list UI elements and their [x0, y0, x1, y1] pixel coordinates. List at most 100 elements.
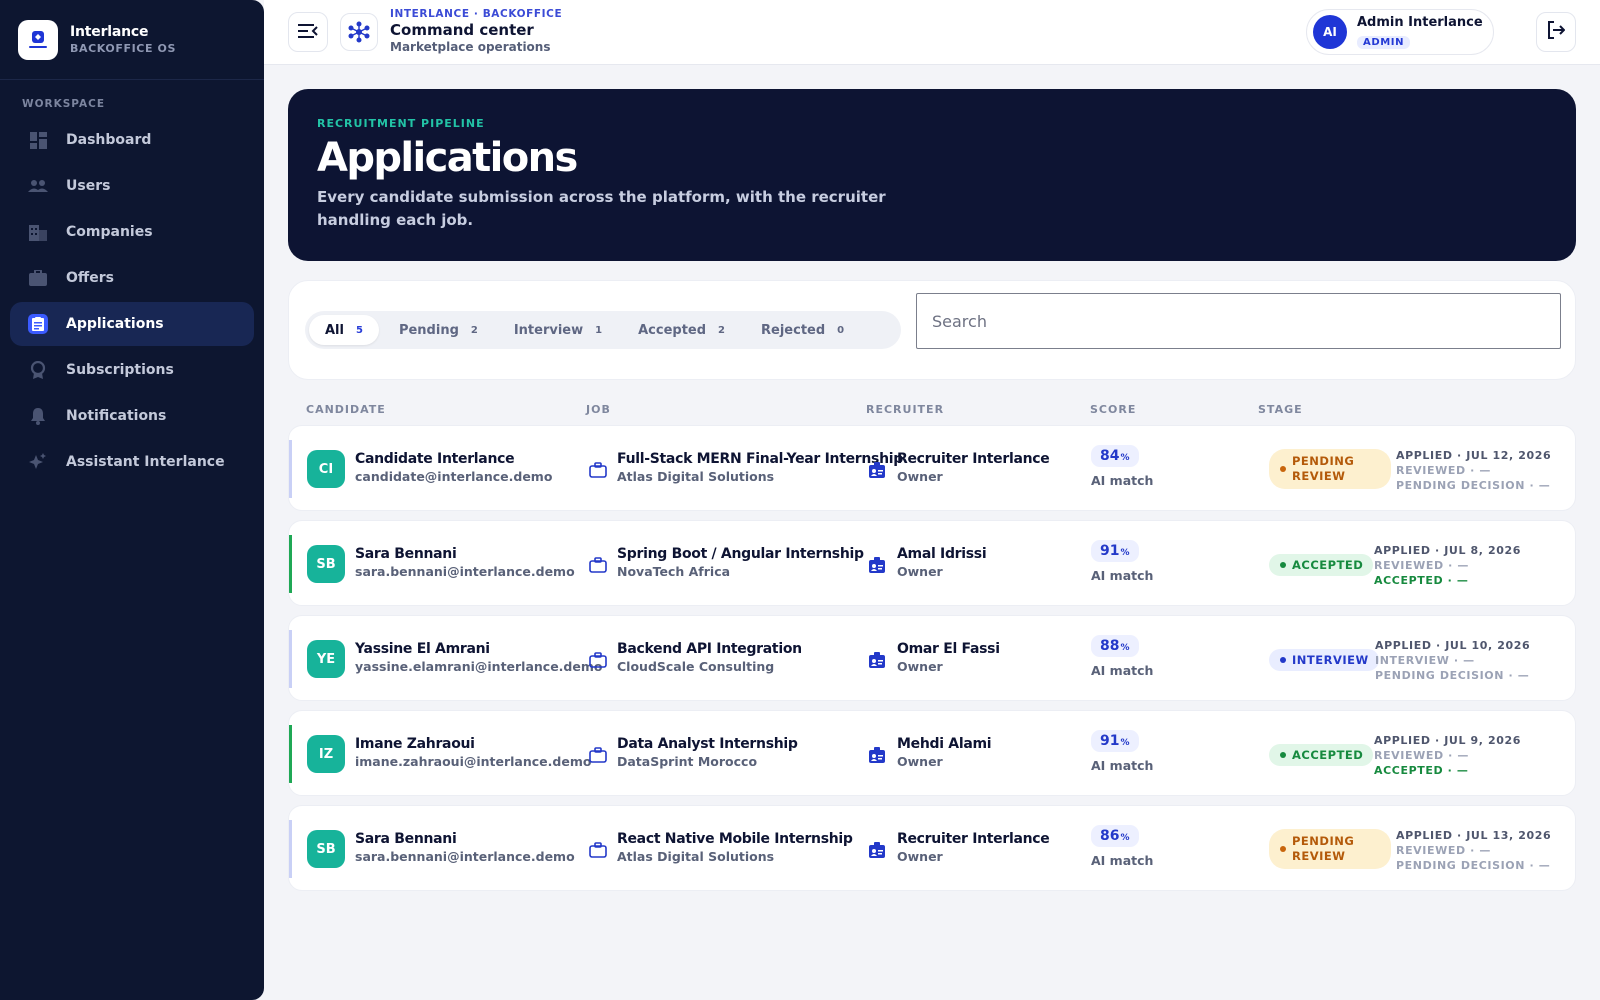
score-pill: 86% — [1091, 825, 1139, 847]
job-title[interactable]: Data Analyst Internship — [617, 736, 798, 752]
timeline-step2: REVIEWED · — — [1396, 464, 1491, 477]
logout-button[interactable] — [1536, 12, 1576, 52]
tab-count: 5 — [355, 324, 363, 336]
sidebar-item-assistant[interactable]: Assistant Interlance — [10, 440, 254, 484]
tab-rejected[interactable]: Rejected 0 — [745, 315, 860, 345]
sidebar-item-companies[interactable]: Companies — [10, 210, 254, 254]
row-accent — [289, 535, 292, 593]
score-unit: % — [1120, 548, 1130, 558]
score-unit: % — [1120, 643, 1130, 653]
status-dot — [1280, 657, 1286, 663]
timeline-step2: INTERVIEW · — — [1375, 654, 1475, 667]
recruiter-name[interactable]: Recruiter Interlance — [897, 451, 1050, 467]
brand[interactable]: Interlance BACKOFFICE OS — [0, 0, 264, 80]
header-subtitle: Marketplace operations — [390, 40, 551, 54]
score-pill: 91% — [1091, 540, 1139, 562]
page-description: Every candidate submission across the pl… — [317, 188, 886, 229]
sidebar-item-subscriptions[interactable]: Subscriptions — [10, 348, 254, 392]
stage-timeline: APPLIED · JUL 10, 2026 INTERVIEW · — PEN… — [1375, 638, 1530, 683]
table-row[interactable]: YE Yassine El Amrani yassine.elamrani@in… — [288, 615, 1576, 701]
score-value: 91 — [1100, 543, 1120, 559]
table-row[interactable]: IZ Imane Zahraoui imane.zahraoui@interla… — [288, 710, 1576, 796]
column-header-score[interactable]: SCORE — [1090, 403, 1136, 416]
timeline-step2: REVIEWED · — — [1374, 749, 1469, 762]
sidebar-item-label: Offers — [66, 270, 114, 286]
badge-icon — [28, 360, 48, 380]
sidebar-item-users[interactable]: Users — [10, 164, 254, 208]
tab-label: Accepted — [638, 322, 707, 338]
tab-all[interactable]: All 5 — [309, 315, 379, 345]
company-name: Atlas Digital Solutions — [617, 849, 775, 864]
user-menu[interactable]: AI Admin Interlance ADMIN — [1306, 9, 1494, 55]
timeline-applied: APPLIED · JUL 8, 2026 — [1374, 544, 1521, 557]
tab-accepted[interactable]: Accepted 2 — [622, 315, 741, 345]
candidate-email: candidate@interlance.demo — [355, 469, 553, 484]
status-text: ACCEPTED — [1292, 558, 1364, 572]
candidate-name[interactable]: Sara Bennani — [355, 546, 575, 562]
column-header-job[interactable]: JOB — [586, 403, 611, 416]
recruiter-name[interactable]: Amal Idrissi — [897, 546, 987, 562]
sidebar-item-offers[interactable]: Offers — [10, 256, 254, 300]
job-title[interactable]: Full-Stack MERN Final-Year Internship — [617, 451, 903, 467]
tab-count: 0 — [837, 324, 845, 336]
table-row[interactable]: SB Sara Bennani sara.bennani@interlance.… — [288, 805, 1576, 891]
candidate-avatar: SB — [307, 545, 345, 583]
sidebar-item-applications[interactable]: Applications — [10, 302, 254, 346]
table-row[interactable]: SB Sara Bennani sara.bennani@interlance.… — [288, 520, 1576, 606]
column-header-stage[interactable]: STAGE — [1258, 403, 1303, 416]
job-title[interactable]: React Native Mobile Internship — [617, 831, 853, 847]
tab-count: 1 — [595, 324, 603, 336]
status-text: PENDING REVIEW — [1292, 834, 1355, 863]
header-kicker: INTERLANCE · BACKOFFICE — [390, 8, 563, 20]
timeline-step3: PENDING DECISION · — — [1396, 859, 1551, 872]
sidebar-item-dashboard[interactable]: Dashboard — [10, 118, 254, 162]
brand-logo — [18, 19, 58, 60]
candidate-avatar: CI — [307, 450, 345, 488]
status-badge[interactable]: PENDING REVIEW — [1269, 449, 1391, 489]
candidate-name[interactable]: Yassine El Amrani — [355, 641, 602, 657]
timeline-step2: REVIEWED · — — [1374, 559, 1469, 572]
sidebar-item-label: Notifications — [66, 408, 167, 424]
status-text: INTERVIEW — [1292, 653, 1369, 667]
status-badge[interactable]: ACCEPTED — [1269, 744, 1374, 766]
company-name: NovaTech Africa — [617, 564, 731, 579]
sidebar-nav: Dashboard Users Companies Offers Applica… — [0, 118, 264, 484]
tab-pending[interactable]: Pending 2 — [383, 315, 494, 345]
logout-icon — [1547, 21, 1566, 43]
job-title[interactable]: Backend API Integration — [617, 641, 802, 657]
column-header-candidate[interactable]: CANDIDATE — [306, 403, 386, 416]
job-title[interactable]: Spring Boot / Angular Internship — [617, 546, 864, 562]
row-accent — [289, 725, 292, 783]
recruiter-id-icon — [868, 841, 886, 859]
candidate-name[interactable]: Imane Zahraoui — [355, 736, 591, 752]
collapse-sidebar-button[interactable] — [288, 12, 328, 52]
recruiter-name[interactable]: Mehdi Alami — [897, 736, 992, 752]
candidate-name[interactable]: Candidate Interlance — [355, 451, 552, 467]
column-header-recruiter[interactable]: RECRUITER — [866, 403, 944, 416]
recruiter-role: Owner — [897, 849, 943, 864]
search-input[interactable] — [916, 293, 1561, 349]
candidate-name[interactable]: Sara Bennani — [355, 831, 575, 847]
sidebar-item-label: Subscriptions — [66, 362, 174, 378]
recruiter-role: Owner — [897, 564, 943, 579]
candidate-email: imane.zahraoui@interlance.demo — [355, 754, 592, 769]
recruiter-name[interactable]: Omar El Fassi — [897, 641, 1000, 657]
recruiter-name[interactable]: Recruiter Interlance — [897, 831, 1050, 847]
status-badge[interactable]: PENDING REVIEW — [1269, 829, 1391, 869]
tab-interview[interactable]: Interview 1 — [498, 315, 618, 345]
score-label: AI match — [1091, 853, 1154, 868]
recruiter-role: Owner — [897, 469, 943, 484]
tab-label: All — [325, 322, 344, 338]
score-value: 91 — [1100, 733, 1120, 749]
recruiter-id-icon — [868, 651, 886, 669]
status-badge[interactable]: ACCEPTED — [1269, 554, 1374, 576]
command-center-icon — [340, 13, 378, 51]
sidebar-item-notifications[interactable]: Notifications — [10, 394, 254, 438]
table-row[interactable]: CI Candidate Interlance candidate@interl… — [288, 425, 1576, 511]
status-badge[interactable]: INTERVIEW — [1269, 649, 1379, 671]
score-pill: 91% — [1091, 730, 1139, 752]
tab-label: Interview — [513, 322, 584, 338]
avatar: AI — [1313, 15, 1347, 49]
sparkle-icon — [28, 452, 48, 472]
page-title: Applications — [317, 135, 578, 181]
